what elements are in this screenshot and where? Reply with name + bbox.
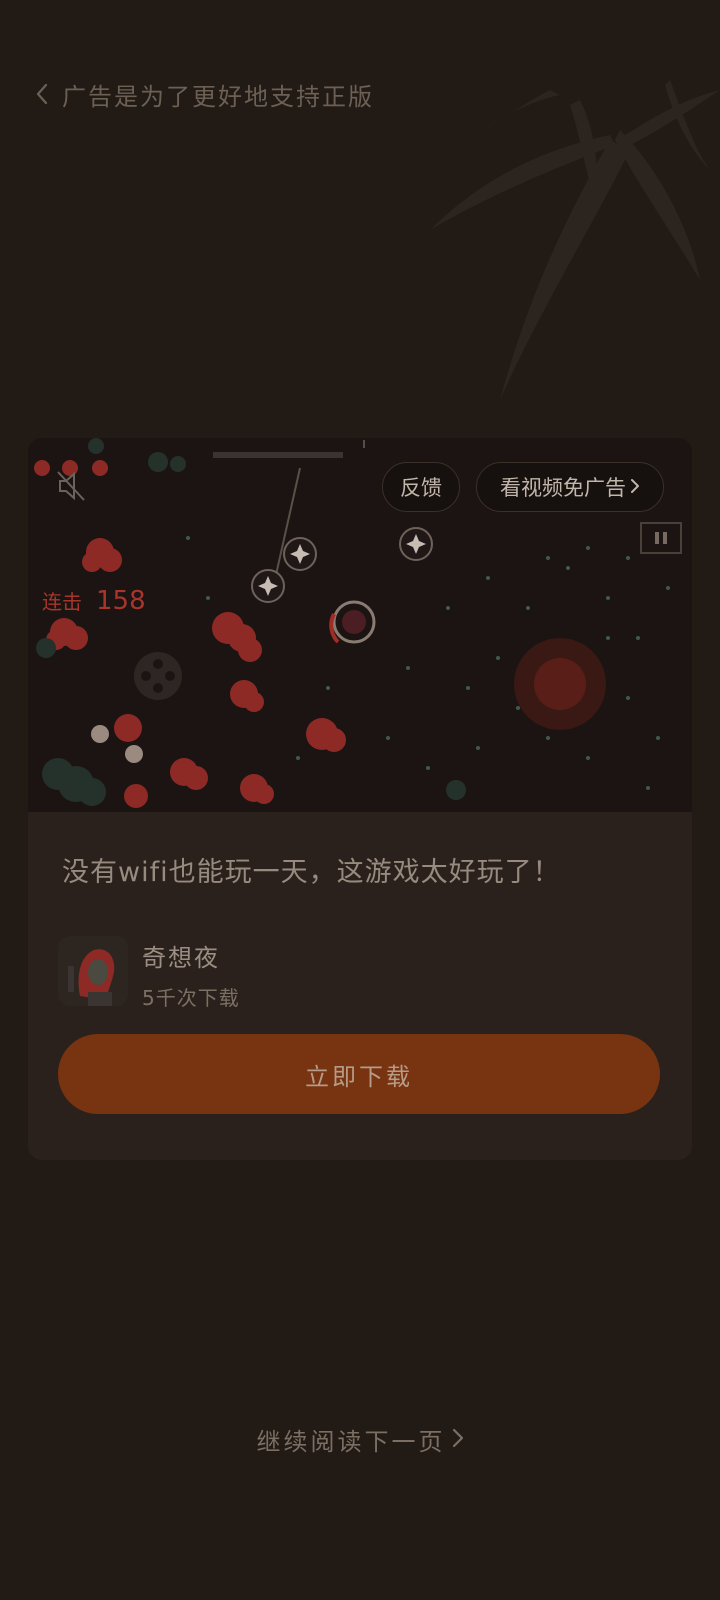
pause-bar: [663, 532, 667, 544]
feedback-label: 反馈: [400, 476, 442, 500]
continue-reading-button[interactable]: 继续阅读下一页: [0, 1422, 720, 1457]
chevron-right-icon: [630, 475, 640, 499]
download-label: 立即下载: [305, 1062, 413, 1091]
mute-icon[interactable]: [54, 468, 90, 504]
pause-bar: [655, 532, 659, 544]
ad-card[interactable]: 连击 158 反馈 看视频免广告 没有wifi也能玩一天，这游戏太好玩了！ 奇想…: [28, 438, 692, 1160]
header: 广告是为了更好地支持正版: [32, 74, 374, 114]
continue-reading-label: 继续阅读下一页: [256, 1428, 446, 1456]
page-title: 广告是为了更好地支持正版: [62, 82, 374, 111]
pause-icon[interactable]: [640, 522, 682, 554]
app-icon: [58, 936, 128, 1006]
chevron-left-icon[interactable]: [32, 74, 52, 114]
ad-headline: 没有wifi也能玩一天，这游戏太好玩了！: [62, 857, 561, 888]
chevron-right-icon: [452, 1428, 464, 1452]
combo-value: 158: [96, 586, 146, 616]
feedback-button[interactable]: 反馈: [382, 462, 460, 512]
ad-page: 广告是为了更好地支持正版 连击 158 反馈 看视频免广告 没有wifi也能玩一…: [0, 0, 720, 1600]
remove-ads-label: 看视频免广告: [500, 476, 626, 500]
combo-label: 连击: [42, 590, 82, 614]
bamboo-leaves-decoration: [430, 80, 720, 400]
app-download-count: 5千次下载: [142, 986, 240, 1010]
download-button[interactable]: 立即下载: [58, 1034, 660, 1114]
app-name: 奇想夜: [142, 944, 220, 972]
watch-video-remove-ads-button[interactable]: 看视频免广告: [476, 462, 664, 512]
ad-video[interactable]: 连击 158 反馈 看视频免广告: [28, 438, 692, 812]
combo-counter: 连击 158: [42, 586, 146, 616]
